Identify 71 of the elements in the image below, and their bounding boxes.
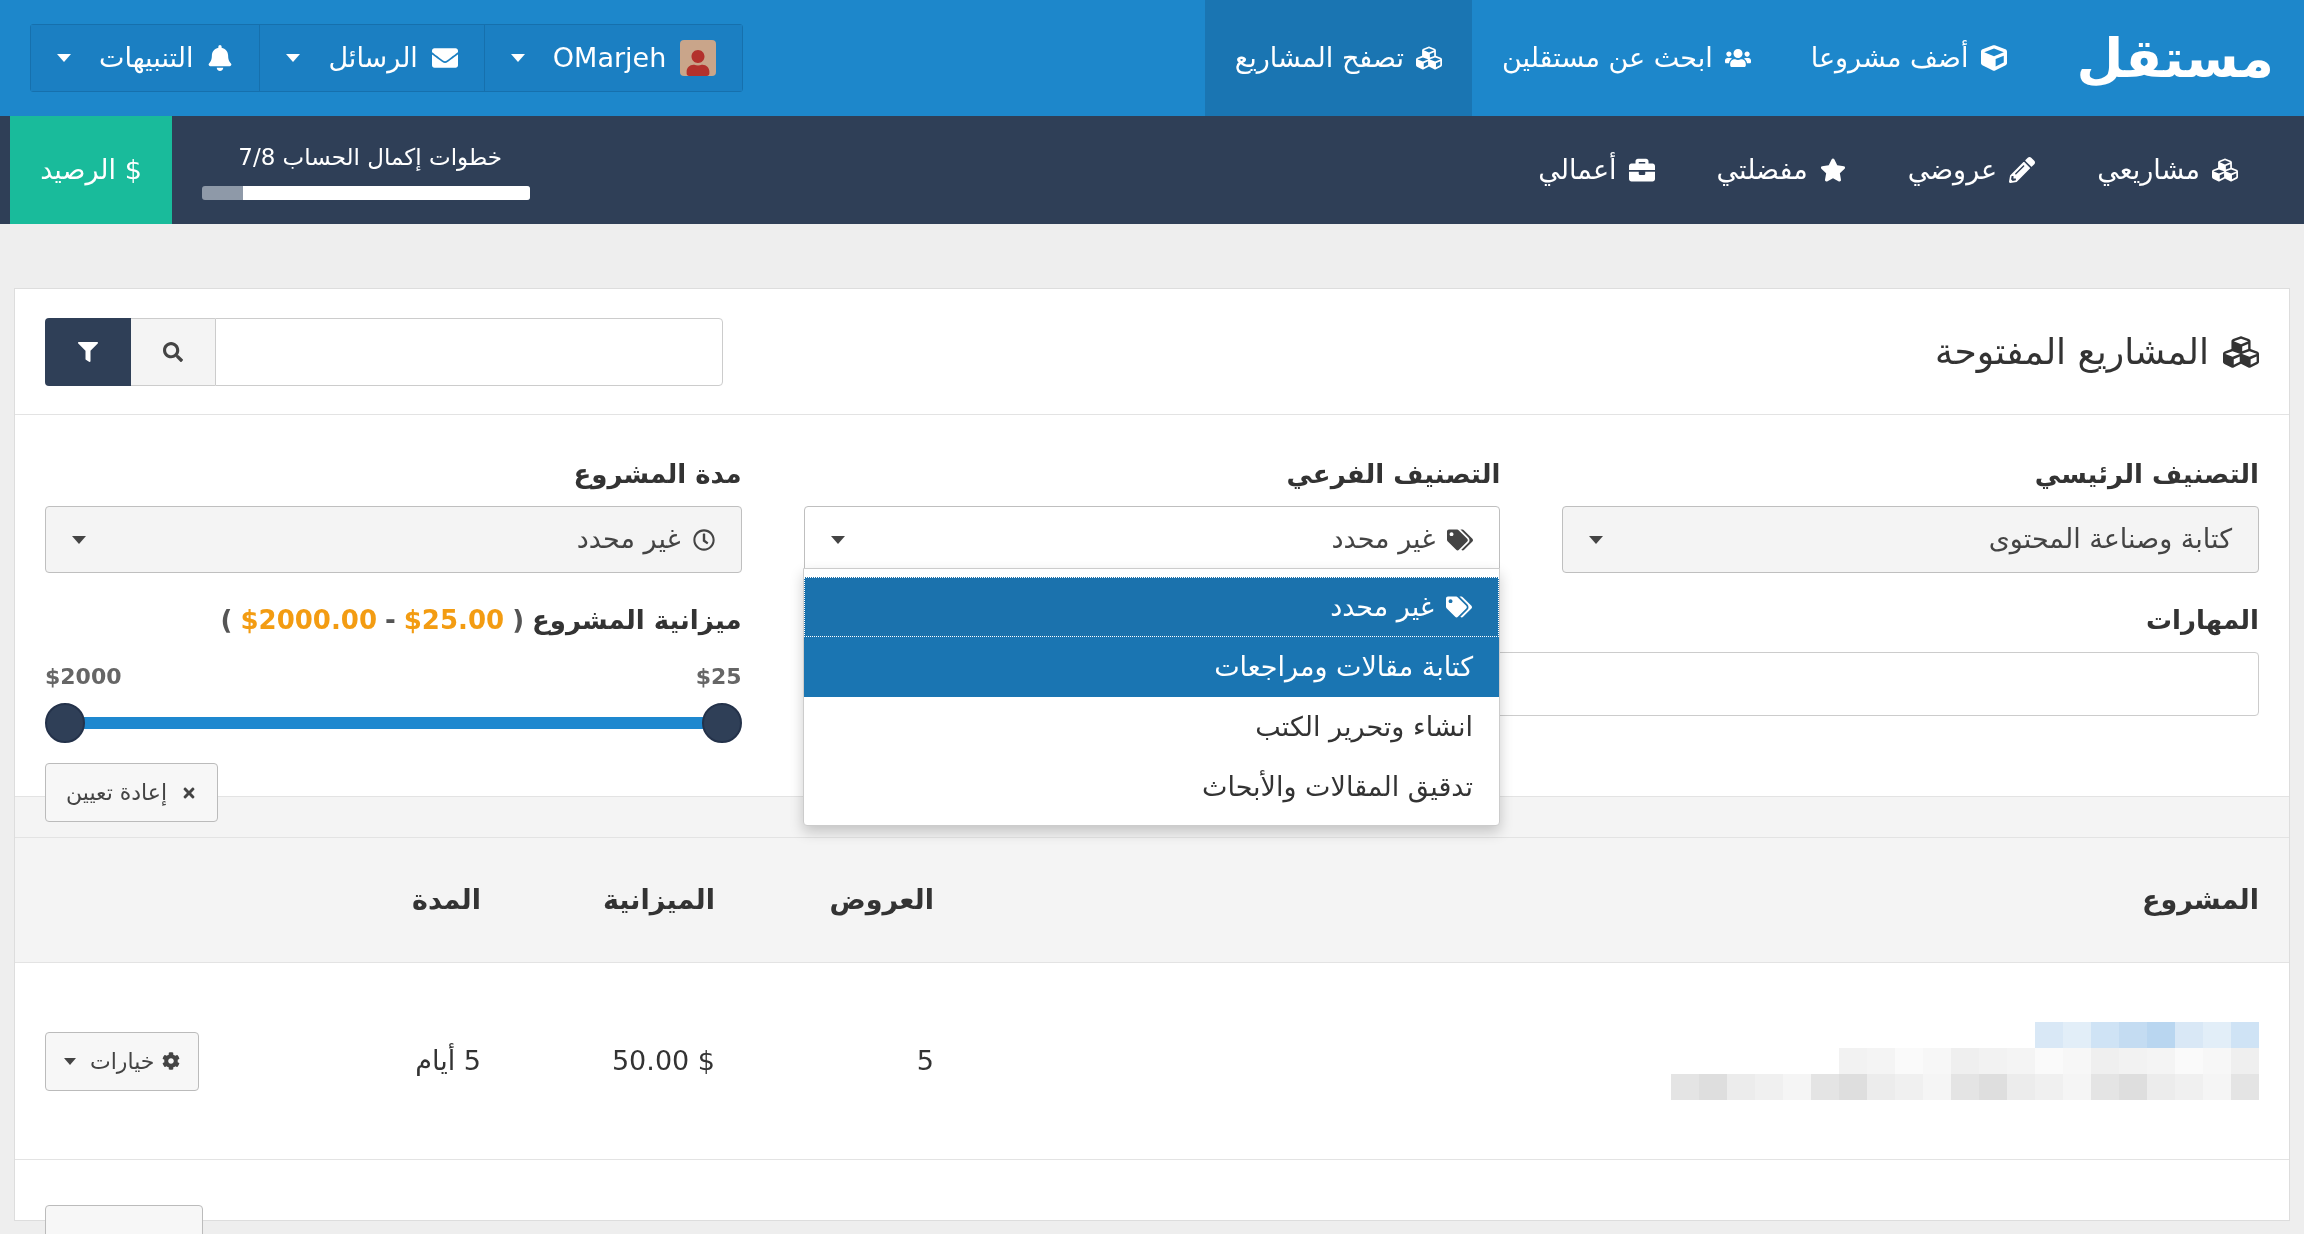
range-separator: - (385, 604, 396, 637)
dropdown-option[interactable]: تدقيق المقالات والأبحاث (804, 757, 1499, 817)
table-cell-text: 5 (915, 1043, 934, 1078)
bell-icon (207, 45, 234, 71)
slider-max-label: $2000 (45, 663, 122, 691)
dropdown-option[interactable]: انشاء وتحرير الكتب (804, 697, 1499, 757)
caret-icon (286, 54, 301, 62)
filter-label: التصنيف الرئيسي (2033, 458, 2259, 492)
column-header: المشروع (2141, 882, 2259, 918)
slider-thumb[interactable] (45, 703, 85, 743)
nav-tab[interactable]: ابحث عن مستقلين (1471, 0, 1781, 116)
caret-icon (57, 54, 71, 62)
envelope-icon (431, 45, 458, 71)
search-icon (163, 341, 183, 362)
user-menu-button[interactable]: الرسائل (259, 25, 484, 91)
table-cell-text: $ 50.00 (610, 1043, 715, 1078)
user-menu-button[interactable]: التنبيهات (31, 25, 260, 91)
sub-nav-item[interactable]: مفضلتي (1716, 116, 1846, 224)
select-field[interactable]: غير محدد (45, 506, 742, 573)
sub-nav-item[interactable]: عروضي (1907, 116, 2036, 224)
nav-tab[interactable]: تصفح المشاريع (1204, 0, 1472, 116)
user-menu-button[interactable]: OMarjeh (483, 25, 743, 91)
panel-title: المشاريع المفتوحة (1935, 329, 2209, 375)
nav-tab[interactable]: أضف مشروعا (1780, 0, 2037, 116)
column-header: المدة (410, 882, 481, 917)
options-button[interactable]: خيارات (45, 1031, 200, 1091)
caret-icon (510, 54, 525, 62)
cube-icon (1980, 45, 2007, 71)
settings-icon (162, 1052, 181, 1070)
filter-label: المهارات (2145, 604, 2259, 638)
search-button[interactable] (131, 317, 215, 386)
column-header: الميزانية (601, 882, 715, 918)
dropdown-option[interactable]: غير محدد (804, 577, 1499, 637)
range-max: $2000.00 (240, 604, 377, 637)
pencil-icon (2009, 157, 2036, 183)
slider-thumb[interactable] (701, 703, 742, 743)
caret-icon (64, 1057, 76, 1065)
filter-icon (78, 341, 98, 362)
column-header: العروض (828, 882, 934, 918)
select-field[interactable]: كتابة وصناعة المحتوى (1562, 506, 2259, 573)
reset-button[interactable]: إعادة تعيين (45, 763, 219, 822)
cubes-icon (2223, 333, 2259, 370)
filter-label: مدة المشروع (572, 458, 742, 492)
caret-icon (1589, 535, 1604, 544)
sub-nav-item[interactable]: أعمالي (1538, 116, 1655, 224)
cubes-icon (1415, 45, 1442, 71)
filter-button[interactable] (45, 317, 131, 386)
search-field[interactable] (215, 317, 723, 386)
clock-icon (692, 528, 715, 551)
tags-icon (1446, 594, 1472, 620)
progress-label: خطوات إكمال الحساب 7/8 (237, 142, 503, 173)
avatar-icon (680, 40, 717, 76)
cubes-icon (2212, 157, 2238, 183)
star-icon (1819, 157, 1846, 183)
range-bracket: ) (220, 604, 233, 637)
select-value: غير محدد (576, 522, 681, 557)
range-min: $25.00 (403, 604, 505, 637)
caret-icon (72, 535, 86, 544)
briefcase-icon (1628, 157, 1655, 183)
select-value: غير محدد (1331, 522, 1436, 557)
select-value: كتابة وصناعة المحتوى (1988, 522, 2232, 557)
budget-slider[interactable] (45, 703, 742, 743)
sub-nav-item[interactable]: مشاريعي (2097, 116, 2238, 224)
dropdown-option[interactable]: كتابة مقالات ومراجعات (804, 637, 1499, 697)
range-bracket: ( (512, 604, 524, 637)
caret-icon (830, 535, 845, 544)
filter-label: التصنيف الفرعي (1285, 458, 1501, 492)
table-cell-text: 5 أيام (414, 1042, 481, 1078)
budget-label: ميزانية المشروع (532, 604, 742, 638)
logo[interactable]: مستقل (2076, 17, 2274, 99)
slider-min-label: $25 (695, 663, 742, 691)
